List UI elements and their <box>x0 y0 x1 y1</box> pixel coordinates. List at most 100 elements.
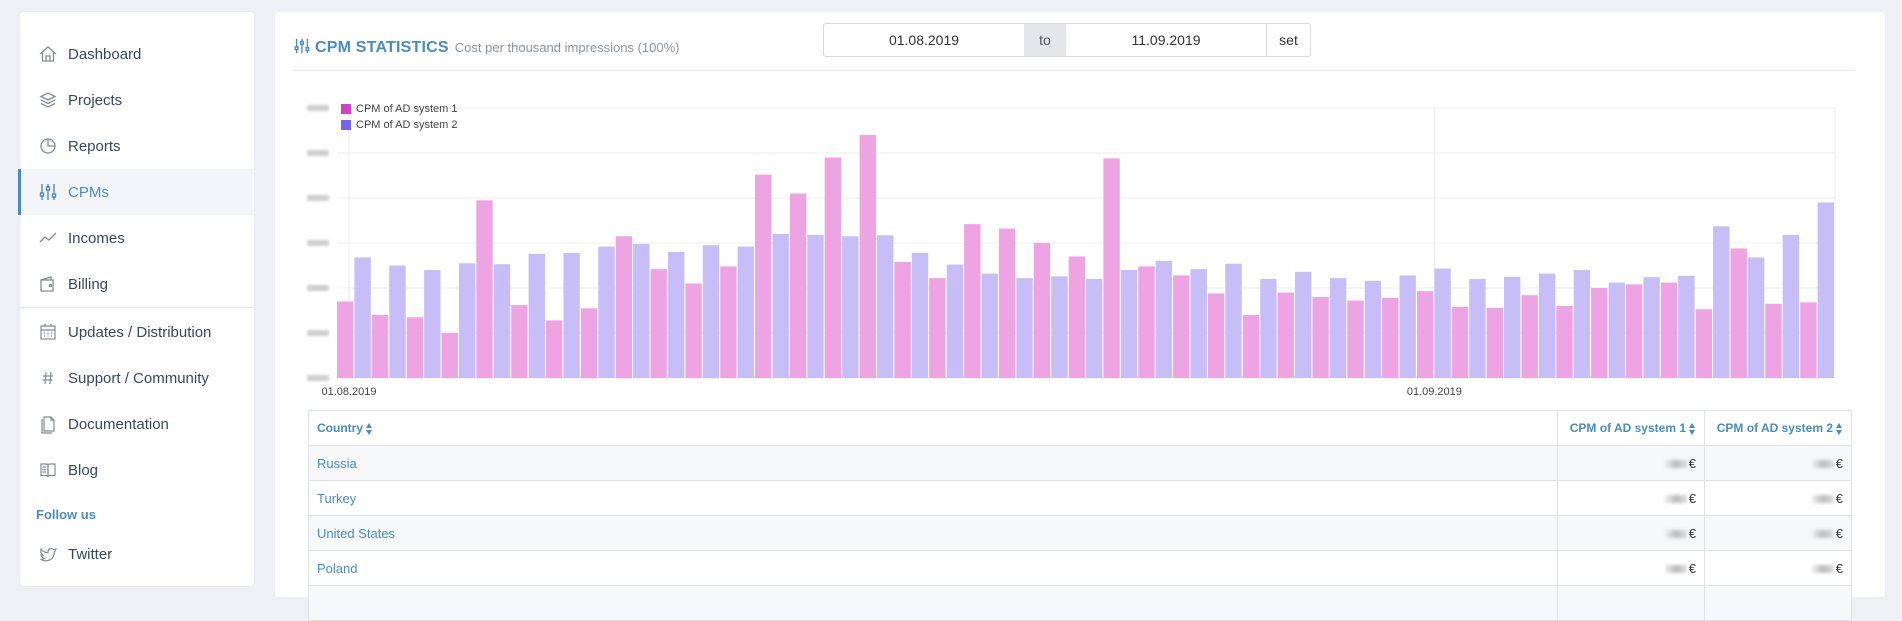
bar-system-2[interactable] <box>458 263 476 379</box>
bar-system-2[interactable] <box>1678 275 1695 378</box>
bar-system-1[interactable] <box>1312 297 1329 378</box>
bar-system-2[interactable] <box>1434 268 1451 378</box>
bar-system-2[interactable] <box>1782 234 1800 378</box>
bar-system-2[interactable] <box>807 234 824 378</box>
nav-blog[interactable]: Blog <box>20 447 254 493</box>
bar-system-2[interactable] <box>1399 275 1416 378</box>
bar-system-2[interactable] <box>1260 279 1277 378</box>
bar-system-1[interactable] <box>406 317 424 379</box>
bar-system-1[interactable] <box>511 305 528 378</box>
country-cell[interactable]: Russia <box>308 445 1558 481</box>
bar-system-1[interactable] <box>615 236 633 379</box>
bar-system-2[interactable] <box>1469 279 1486 378</box>
nav-support[interactable]: Support / Community <box>20 355 254 401</box>
bar-system-1[interactable] <box>755 174 772 378</box>
bar-system-2[interactable] <box>1364 280 1382 378</box>
legend-item-system-2[interactable]: CPM of AD system 2 <box>341 117 457 133</box>
bar-system-1[interactable] <box>1556 306 1573 378</box>
bar-system-1[interactable] <box>476 200 493 379</box>
bar-system-2[interactable] <box>1817 202 1834 379</box>
country-cell[interactable]: Turkey <box>308 480 1558 516</box>
bar-system-2[interactable] <box>1190 269 1207 378</box>
bar-system-1[interactable] <box>1626 284 1643 378</box>
bar-system-2[interactable] <box>493 264 511 378</box>
date-from-input[interactable] <box>824 24 1024 56</box>
bar-system-2[interactable] <box>737 246 754 378</box>
bar-system-1[interactable] <box>1417 291 1434 378</box>
bar-system-2[interactable] <box>1747 257 1765 378</box>
bar-system-2[interactable] <box>1086 279 1103 378</box>
nav-billing[interactable]: Billing <box>20 261 254 307</box>
bar-system-1[interactable] <box>789 193 807 379</box>
bar-system-1[interactable] <box>1765 303 1782 378</box>
bar-system-2[interactable] <box>702 245 720 379</box>
bar-system-2[interactable] <box>1155 261 1173 378</box>
bar-system-2[interactable] <box>528 253 545 378</box>
nav-reports[interactable]: Reports <box>20 123 254 169</box>
bar-system-1[interactable] <box>1591 288 1608 378</box>
bar-system-1[interactable] <box>1521 295 1538 378</box>
bar-system-1[interactable] <box>824 157 842 379</box>
bar-system-1[interactable] <box>1451 306 1469 378</box>
nav-updates[interactable]: Updates / Distribution <box>20 309 254 355</box>
bar-system-1[interactable] <box>1486 307 1503 378</box>
bar-system-2[interactable] <box>946 264 964 378</box>
bar-system-1[interactable] <box>1730 248 1747 378</box>
nav-cpms[interactable]: CPMs <box>18 169 254 215</box>
bar-system-1[interactable] <box>894 261 911 378</box>
bar-system-1[interactable] <box>1103 158 1120 378</box>
bar-system-1[interactable] <box>1277 292 1294 379</box>
bar-system-2[interactable] <box>1713 226 1730 378</box>
country-cell[interactable]: United States <box>308 515 1558 551</box>
bar-system-2[interactable] <box>772 234 789 378</box>
country-cell[interactable] <box>308 585 1558 621</box>
bar-system-2[interactable] <box>981 273 998 378</box>
bar-system-1[interactable] <box>1382 297 1399 378</box>
bar-system-2[interactable] <box>424 270 441 378</box>
bar-system-2[interactable] <box>911 252 929 378</box>
bar-system-2[interactable] <box>633 243 650 378</box>
system-2-column-header[interactable]: CPM of AD system 2 <box>1704 410 1852 446</box>
bar-system-1[interactable] <box>1347 300 1364 378</box>
bar-system-1[interactable] <box>998 228 1016 378</box>
bar-system-1[interactable] <box>1660 282 1678 378</box>
bar-system-1[interactable] <box>1242 315 1260 378</box>
nav-projects[interactable]: Projects <box>20 77 254 123</box>
bar-system-1[interactable] <box>441 333 458 378</box>
bar-system-2[interactable] <box>1295 271 1312 378</box>
bar-system-2[interactable] <box>1504 276 1521 379</box>
system-1-column-header[interactable]: CPM of AD system 1 <box>1557 410 1705 446</box>
bar-system-1[interactable] <box>929 278 946 378</box>
bar-system-2[interactable] <box>1538 273 1556 378</box>
bar-system-1[interactable] <box>1138 266 1155 378</box>
nav-dashboard[interactable]: Dashboard <box>20 31 254 77</box>
bar-system-1[interactable] <box>1695 309 1713 378</box>
bar-system-2[interactable] <box>1051 276 1068 378</box>
nav-twitter[interactable]: Twitter <box>20 531 254 577</box>
bar-system-1[interactable] <box>685 283 702 379</box>
bar-system-2[interactable] <box>1329 278 1347 378</box>
bar-system-1[interactable] <box>1033 243 1051 378</box>
bar-system-1[interactable] <box>964 224 981 378</box>
bar-system-2[interactable] <box>1120 270 1138 378</box>
bar-system-1[interactable] <box>546 320 563 378</box>
legend-item-system-1[interactable]: CPM of AD system 1 <box>341 101 457 117</box>
bar-system-2[interactable] <box>668 252 685 378</box>
bar-system-1[interactable] <box>720 266 737 378</box>
bar-system-1[interactable] <box>1173 275 1190 378</box>
bar-system-1[interactable] <box>1068 256 1085 379</box>
country-cell[interactable]: Poland <box>308 550 1558 586</box>
bar-system-2[interactable] <box>563 252 580 378</box>
bar-system-2[interactable] <box>389 265 406 379</box>
bar-system-2[interactable] <box>1016 278 1033 378</box>
set-button[interactable]: set <box>1266 24 1310 56</box>
country-column-header[interactable]: Country <box>308 410 1558 446</box>
bar-system-2[interactable] <box>877 235 894 378</box>
bar-system-2[interactable] <box>1225 263 1242 378</box>
bar-system-1[interactable] <box>650 269 667 378</box>
bar-system-1[interactable] <box>371 315 389 378</box>
bar-system-1[interactable] <box>1800 302 1817 378</box>
bar-system-2[interactable] <box>1608 282 1625 378</box>
bar-system-1[interactable] <box>580 308 598 379</box>
nav-documentation[interactable]: Documentation <box>20 401 254 447</box>
